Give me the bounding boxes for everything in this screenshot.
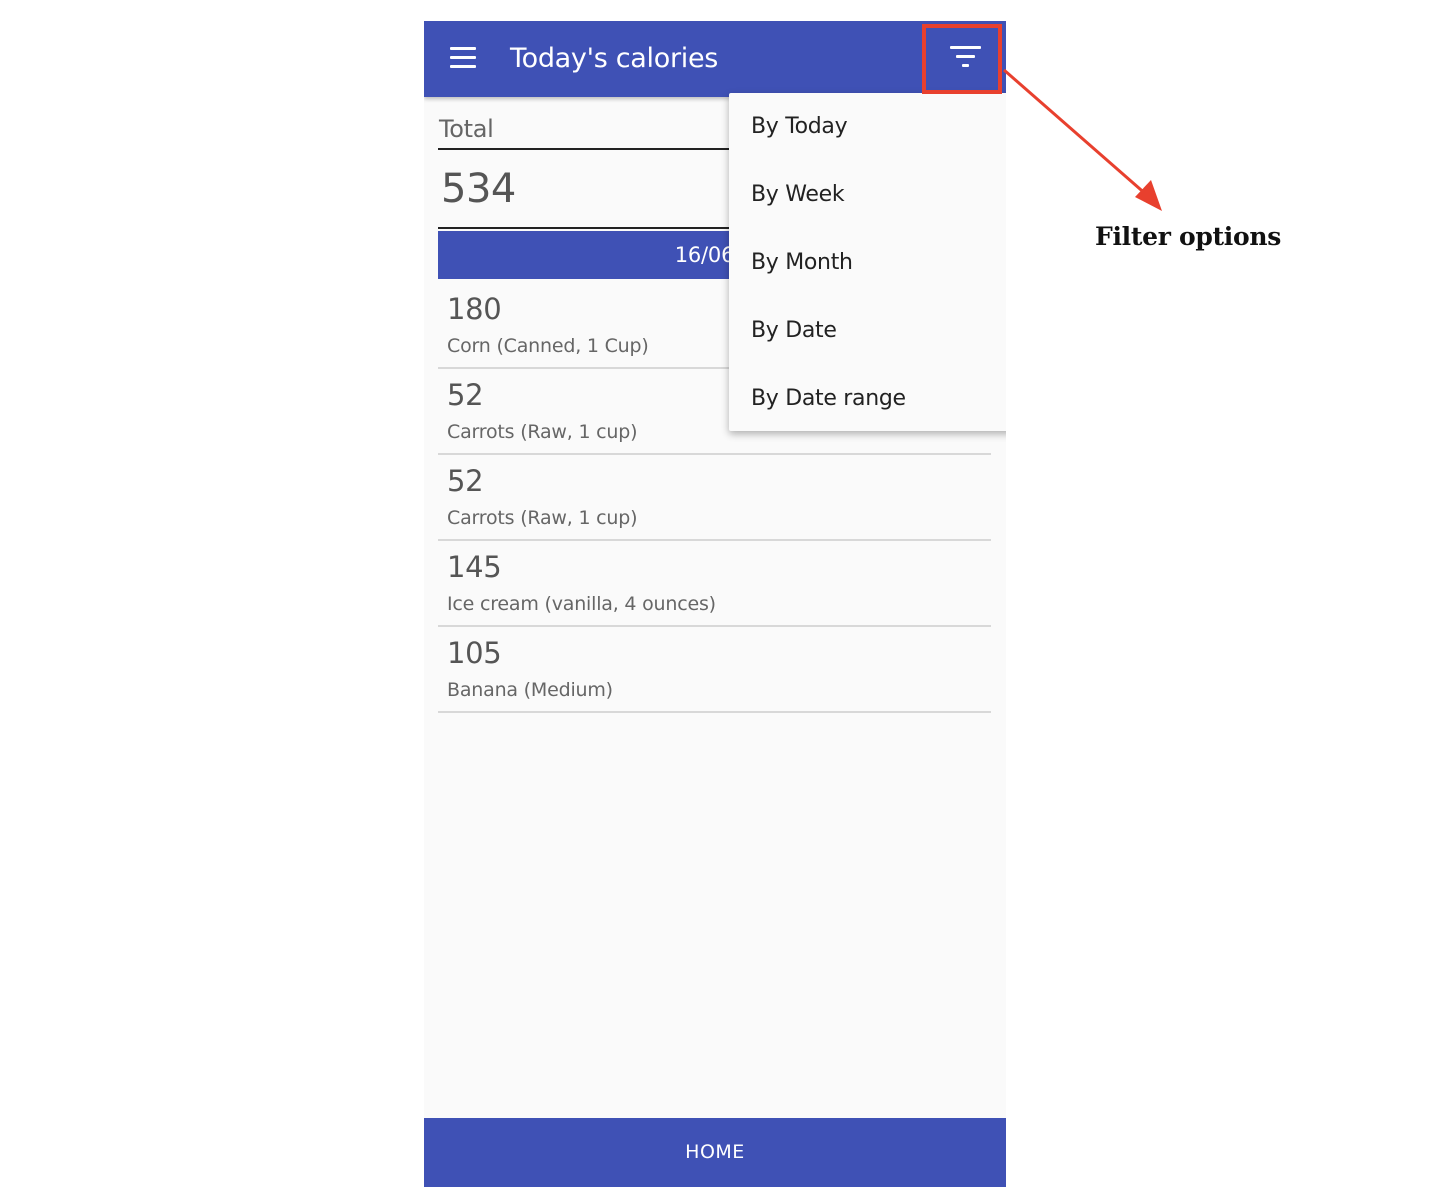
annotation-arrow bbox=[1003, 68, 1162, 211]
annotation-label: Filter options bbox=[1095, 222, 1281, 251]
